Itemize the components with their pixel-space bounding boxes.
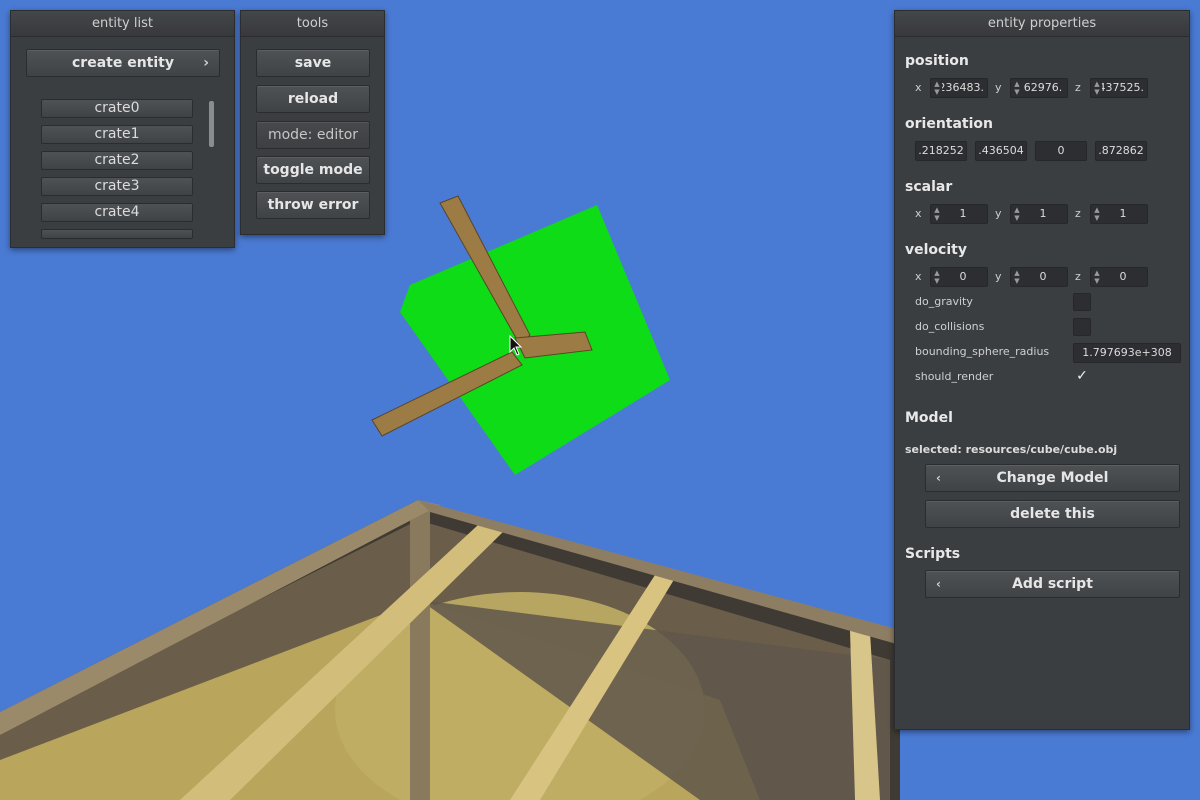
axis-label-x: x [915,81,922,94]
entity-list-item[interactable]: crate3 [41,177,193,196]
spinner-arrows-icon[interactable]: ▲ ▼ [933,206,941,222]
spinner-arrows-icon[interactable]: ▲ ▼ [933,80,941,96]
delete-this-label: delete this [1010,506,1095,522]
orientation-field-3[interactable]: .872862 [1095,141,1147,161]
velocity-z-value: 0 [1119,270,1127,283]
scalar-z-value: 1 [1119,207,1127,220]
entity-properties-panel: entity properties position x ▲ ▼ .236483 … [894,10,1190,730]
axis-label-z: z [1075,207,1081,220]
scalar-y-value: 1 [1039,207,1047,220]
reload-button[interactable]: reload [256,85,370,113]
toggle-mode-button[interactable]: toggle mode [256,156,370,184]
position-x-value: .236483 [942,81,984,94]
position-y-value: .62976 [1023,81,1063,94]
change-model-button[interactable]: ‹ Change Model [925,464,1180,492]
delete-this-button[interactable]: delete this [925,500,1180,528]
bounding-sphere-radius-field[interactable]: 1.797693e+308 [1073,343,1181,363]
spinner-arrows-icon[interactable]: ▲ ▼ [1093,80,1101,96]
model-heading: Model [905,410,953,426]
save-button[interactable]: save [256,49,370,77]
entity-list-item[interactable]: crate0 [41,99,193,118]
throw-error-button[interactable]: throw error [256,191,370,219]
velocity-y-value: 0 [1039,270,1047,283]
axis-label-y: y [995,207,1002,220]
entity-list-item-partial[interactable] [41,229,193,239]
position-z-value: .437525 [1102,81,1144,94]
model-selected-path: selected: resources/cube/cube.obj [905,443,1118,456]
orientation-heading: orientation [905,116,993,132]
chevron-left-icon: ‹ [936,577,941,591]
axis-label-z: z [1075,81,1081,94]
create-entity-label: create entity [72,55,174,71]
entity-list-item[interactable]: crate4 [41,203,193,222]
add-script-label: Add script [1012,576,1093,592]
orientation-field-2[interactable]: 0 [1035,141,1087,161]
change-model-label: Change Model [996,470,1109,486]
do-collisions-label: do_collisions [915,320,985,333]
spinner-arrows-icon[interactable]: ▲ ▼ [1013,80,1021,96]
velocity-x-value: 0 [959,270,967,283]
spinner-arrows-icon[interactable]: ▲ ▼ [1013,206,1021,222]
scalar-y-spinner[interactable]: ▲ ▼ 1 [1010,204,1068,224]
scalar-x-value: 1 [959,207,967,220]
scripts-heading: Scripts [905,546,961,562]
chevron-left-icon: ‹ [936,471,941,485]
axis-label-z: z [1075,270,1081,283]
scrollbar-thumb[interactable] [209,101,214,147]
tools-panel: tools save reload mode: editor toggle mo… [240,10,385,235]
create-entity-button[interactable]: create entity › [26,49,220,77]
spinner-arrows-icon[interactable]: ▲ ▼ [1013,269,1021,285]
entity-list-scrollbar[interactable] [209,99,215,239]
scalar-x-spinner[interactable]: ▲ ▼ 1 [930,204,988,224]
entity-list-panel: entity list create entity › crate0 crate… [10,10,235,248]
bounding-sphere-radius-label: bounding_sphere_radius [915,345,1050,358]
axis-label-x: x [915,270,922,283]
spinner-arrows-icon[interactable]: ▲ ▼ [1093,206,1101,222]
orientation-field-1[interactable]: .436504 [975,141,1027,161]
chevron-right-icon: › [203,55,209,71]
position-y-spinner[interactable]: ▲ ▼ .62976 [1010,78,1068,98]
velocity-heading: velocity [905,242,967,258]
entity-properties-title: entity properties [895,11,1189,37]
spinner-arrows-icon[interactable]: ▲ ▼ [933,269,941,285]
should-render-checkbox[interactable]: ✓ [1073,368,1091,386]
spinner-arrows-icon[interactable]: ▲ ▼ [1093,269,1101,285]
entity-list-item[interactable]: crate2 [41,151,193,170]
add-script-button[interactable]: ‹ Add script [925,570,1180,598]
axis-label-y: y [995,270,1002,283]
velocity-z-spinner[interactable]: ▲ ▼ 0 [1090,267,1148,287]
position-z-spinner[interactable]: ▲ ▼ .437525 [1090,78,1148,98]
velocity-x-spinner[interactable]: ▲ ▼ 0 [930,267,988,287]
scalar-z-spinner[interactable]: ▲ ▼ 1 [1090,204,1148,224]
should-render-label: should_render [915,370,994,383]
check-icon: ✓ [1076,368,1088,384]
velocity-y-spinner[interactable]: ▲ ▼ 0 [1010,267,1068,287]
entity-list-title: entity list [11,11,234,37]
axis-label-y: y [995,81,1002,94]
tools-title: tools [241,11,384,37]
position-heading: position [905,53,969,69]
axis-label-x: x [915,207,922,220]
do-collisions-checkbox[interactable] [1073,318,1091,336]
orientation-field-0[interactable]: .218252 [915,141,967,161]
position-x-spinner[interactable]: ▲ ▼ .236483 [930,78,988,98]
do-gravity-checkbox[interactable] [1073,293,1091,311]
mode-editor-button[interactable]: mode: editor [256,121,370,149]
entity-list-item[interactable]: crate1 [41,125,193,144]
do-gravity-label: do_gravity [915,295,973,308]
scalar-heading: scalar [905,179,953,195]
